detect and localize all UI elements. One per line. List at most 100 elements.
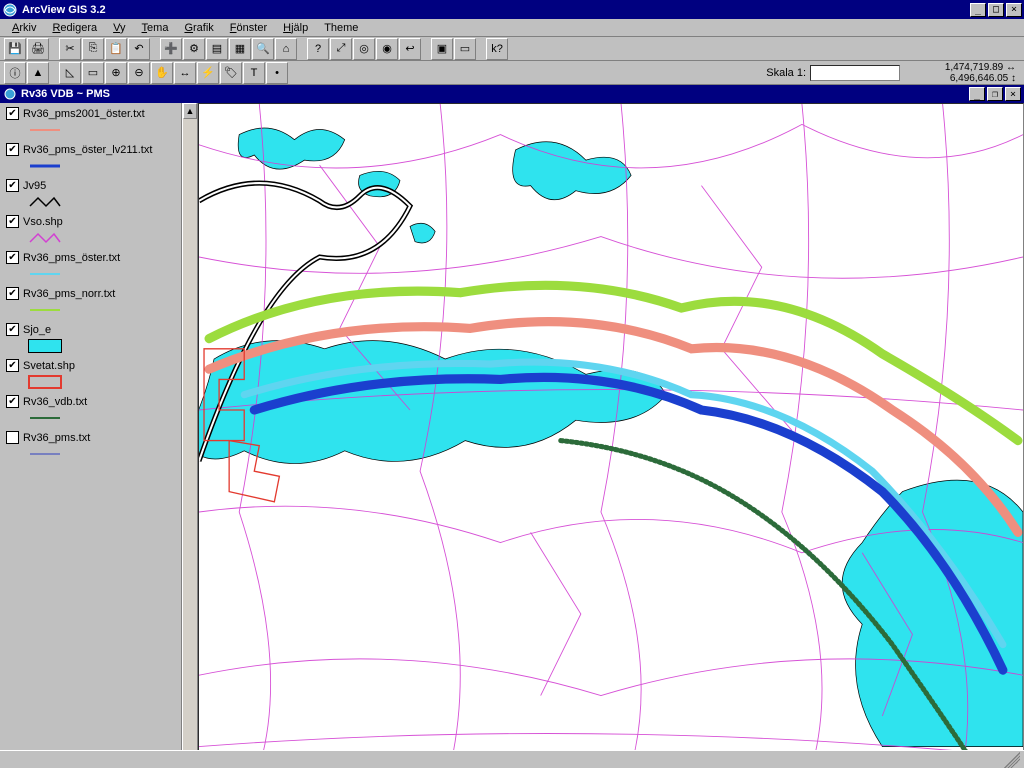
layer-item[interactable]: ✔ Rv36_pms_norr.txt xyxy=(2,287,179,317)
layer-checkbox[interactable]: ✔ xyxy=(6,323,19,336)
cut-icon[interactable]: ✂ xyxy=(59,38,81,60)
scroll-track[interactable] xyxy=(183,119,197,752)
layer-checkbox[interactable]: ✔ xyxy=(6,359,19,372)
zoom-in-icon[interactable]: ⊕ xyxy=(105,62,127,84)
map-canvas[interactable] xyxy=(198,103,1024,768)
layer-checkbox[interactable]: ✔ xyxy=(6,215,19,228)
layer-swatch xyxy=(28,159,62,173)
vertex-edit-icon[interactable]: ◺ xyxy=(59,62,81,84)
layer-item[interactable]: ✔ Svetat.shp xyxy=(2,359,179,389)
map-svg xyxy=(199,104,1023,767)
layer-item[interactable]: ✔ Rv36_pms_öster.txt xyxy=(2,251,179,281)
add-theme-icon[interactable]: ➕ xyxy=(160,38,182,60)
save-icon[interactable]: 💾 xyxy=(4,38,26,60)
layer-checkbox[interactable] xyxy=(6,431,19,444)
layer-checkbox[interactable]: ✔ xyxy=(6,107,19,120)
menubar: Arkiv Redigera Vy Tema Grafik Fönster Hj… xyxy=(0,19,1024,37)
layer-name: Svetat.shp xyxy=(23,360,75,372)
zoom-active-icon[interactable]: ◎ xyxy=(353,38,375,60)
help-icon[interactable]: k? xyxy=(486,38,508,60)
find-icon[interactable]: 🔍 xyxy=(252,38,274,60)
scale-label: Skala 1: xyxy=(766,67,808,79)
view-title: Rv36 VDB ~ PMS xyxy=(21,88,969,100)
maximize-button[interactable]: □ xyxy=(988,3,1004,17)
layer-swatch xyxy=(28,339,62,353)
select-by-theme-icon[interactable]: ▣ xyxy=(431,38,453,60)
menu-arkiv[interactable]: Arkiv xyxy=(4,20,44,36)
query-icon[interactable]: ? xyxy=(307,38,329,60)
open-table-icon[interactable]: ▦ xyxy=(229,38,251,60)
text-icon[interactable]: T xyxy=(243,62,265,84)
child-restore-button[interactable]: ❐ xyxy=(987,87,1003,101)
toolbar-tools: ⓘ▲◺▭⊕⊖✋↔⚡🏷T•Skala 1: 1,474,719.89 ↔ 6,49… xyxy=(0,61,1024,85)
copy-icon[interactable]: ⎘ xyxy=(82,38,104,60)
zoom-prev-icon[interactable]: ↩ xyxy=(399,38,421,60)
layer-checkbox[interactable]: ✔ xyxy=(6,143,19,156)
layer-swatch xyxy=(28,123,62,137)
layer-item[interactable]: ✔Sjo_e xyxy=(2,323,179,353)
menu-hjalp[interactable]: Hjälp xyxy=(275,20,316,36)
layer-name: Jv95 xyxy=(23,180,46,192)
close-button[interactable]: × xyxy=(1006,3,1022,17)
app-title: ArcView GIS 3.2 xyxy=(22,4,970,16)
view-titlebar: Rv36 VDB ~ PMS _ ❐ × xyxy=(0,85,1024,103)
hotlink-icon[interactable]: ⚡ xyxy=(197,62,219,84)
layer-item[interactable]: ✔ Jv95 xyxy=(2,179,179,209)
zoom-full-icon[interactable]: ⤢ xyxy=(330,38,352,60)
menu-fonster[interactable]: Fönster xyxy=(222,20,275,36)
menu-theme[interactable]: Theme xyxy=(316,20,366,36)
layer-checkbox[interactable]: ✔ xyxy=(6,251,19,264)
measure-icon[interactable]: ↔ xyxy=(174,62,196,84)
select-feature-icon[interactable]: ▭ xyxy=(82,62,104,84)
toolbar-standard: 💾🖨 ✂⎘📋↶ ➕⚙▤▦🔍⌂?⤢◎◉↩ ▣▭ k? xyxy=(0,37,1024,61)
menu-grafik[interactable]: Grafik xyxy=(176,20,221,36)
view-icon xyxy=(3,87,17,101)
pointer-icon[interactable]: ▲ xyxy=(27,62,49,84)
print-icon[interactable]: 🖨 xyxy=(27,38,49,60)
toc-scrollbar[interactable]: ▲ ▼ xyxy=(182,103,198,768)
menu-redigera[interactable]: Redigera xyxy=(44,20,105,36)
layer-swatch xyxy=(28,267,62,281)
theme-props-icon[interactable]: ⚙ xyxy=(183,38,205,60)
menu-vy[interactable]: Vy xyxy=(105,20,133,36)
layer-item[interactable]: ✔ Rv36_pms2001_öster.txt xyxy=(2,107,179,137)
clear-selection-icon[interactable]: ▭ xyxy=(454,38,476,60)
layer-checkbox[interactable]: ✔ xyxy=(6,395,19,408)
statusbar xyxy=(0,750,1024,768)
layer-item[interactable]: ✔ Rv36_vdb.txt xyxy=(2,395,179,425)
scale-input[interactable] xyxy=(810,65,900,81)
layer-checkbox[interactable]: ✔ xyxy=(6,287,19,300)
pan-icon[interactable]: ✋ xyxy=(151,62,173,84)
layer-item[interactable]: ✔ Vso.shp xyxy=(2,215,179,245)
layer-swatch xyxy=(28,375,62,389)
draw-icon[interactable]: • xyxy=(266,62,288,84)
child-close-button[interactable]: × xyxy=(1005,87,1021,101)
layer-item[interactable]: ✔ Rv36_pms_öster_lv211.txt xyxy=(2,143,179,173)
resize-grip-icon[interactable] xyxy=(1004,752,1020,768)
layer-name: Rv36_pms_öster.txt xyxy=(23,252,120,264)
label-icon[interactable]: 🏷 xyxy=(220,62,242,84)
table-of-contents[interactable]: ✔ Rv36_pms2001_öster.txt ✔ Rv36_pms_öster_l… xyxy=(0,103,182,768)
identify-icon[interactable]: ⓘ xyxy=(4,62,26,84)
app-icon xyxy=(2,2,18,18)
layer-name: Rv36_pms2001_öster.txt xyxy=(23,108,145,120)
child-minimize-button[interactable]: _ xyxy=(969,87,985,101)
layer-swatch xyxy=(28,231,62,245)
layer-name: Rv36_vdb.txt xyxy=(23,396,87,408)
minimize-button[interactable]: _ xyxy=(970,3,986,17)
layer-item[interactable]: Rv36_pms.txt xyxy=(2,431,179,461)
zoom-out-icon[interactable]: ⊖ xyxy=(128,62,150,84)
paste-icon[interactable]: 📋 xyxy=(105,38,127,60)
menu-tema[interactable]: Tema xyxy=(134,20,177,36)
layer-swatch xyxy=(28,411,62,425)
layer-checkbox[interactable]: ✔ xyxy=(6,179,19,192)
locate-address-icon[interactable]: ⌂ xyxy=(275,38,297,60)
layer-swatch xyxy=(28,195,62,209)
scroll-up-icon[interactable]: ▲ xyxy=(183,103,197,119)
undo-icon[interactable]: ↶ xyxy=(128,38,150,60)
layer-name: Vso.shp xyxy=(23,216,63,228)
zoom-selected-icon[interactable]: ◉ xyxy=(376,38,398,60)
layer-name: Rv36_pms_norr.txt xyxy=(23,288,115,300)
layer-name: Rv36_pms_öster_lv211.txt xyxy=(23,144,152,156)
edit-legend-icon[interactable]: ▤ xyxy=(206,38,228,60)
